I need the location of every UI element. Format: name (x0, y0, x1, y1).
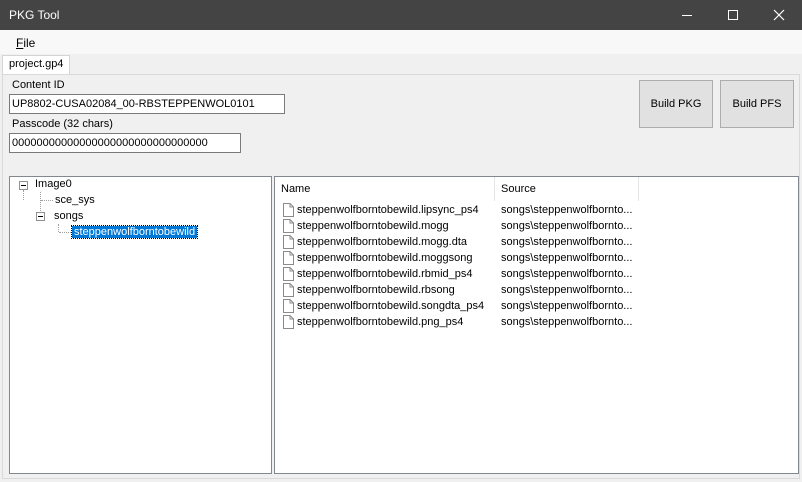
file-name: steppenwolfborntobewild.png_ps4 (297, 316, 464, 328)
tree-line (59, 232, 71, 233)
minimize-icon (682, 15, 692, 16)
file-name: steppenwolfborntobewild.rbmid_ps4 (297, 268, 473, 280)
file-name: steppenwolfborntobewild.songdta_ps4 (297, 300, 485, 312)
content-id-input[interactable]: UP8802-CUSA02084_00-RBSTEPPENWOL0101 (9, 94, 285, 114)
file-name: steppenwolfborntobewild.mogg.dta (297, 236, 468, 248)
file-source: songs\steppenwolfbornto... (501, 284, 633, 296)
collapse-icon[interactable] (36, 212, 45, 221)
list-item[interactable]: steppenwolfborntobewild.mogg songs\steppe… (275, 219, 645, 235)
file-icon (283, 299, 294, 313)
tree-line (58, 224, 59, 232)
build-pkg-button[interactable]: Build PKG (639, 80, 713, 128)
list-item[interactable]: steppenwolfborntobewild.songdta_ps4 songs… (275, 299, 645, 315)
tree-line (41, 200, 53, 201)
list-item[interactable]: steppenwolfborntobewild.rbsong songs\step… (275, 283, 645, 299)
file-source: songs\steppenwolfbornto... (501, 252, 633, 264)
file-icon (283, 235, 294, 249)
column-header-source[interactable]: Source (495, 177, 639, 201)
tab-project[interactable]: project.gp4 (2, 55, 71, 75)
file-icon (283, 283, 294, 297)
file-source: songs\steppenwolfbornto... (501, 204, 633, 216)
collapse-icon[interactable] (19, 181, 28, 190)
file-list[interactable]: Name Source steppenwolfborntobewild.lips… (274, 176, 799, 474)
file-name: steppenwolfborntobewild.mogg (297, 220, 449, 232)
tree-node-songs[interactable]: songs (54, 210, 83, 222)
tree-node-song-folder[interactable]: steppenwolfborntobewild (70, 225, 199, 239)
tree-node-sce-sys[interactable]: sce_sys (55, 194, 95, 206)
maximize-button[interactable] (710, 0, 756, 30)
file-tree[interactable]: Image0 sce_sys songs steppenwolfborntobe… (9, 176, 272, 474)
file-source: songs\steppenwolfbornto... (501, 316, 633, 328)
passcode-label: Passcode (32 chars) (12, 118, 113, 130)
tree-node-image0[interactable]: Image0 (35, 178, 72, 190)
file-icon (283, 219, 294, 233)
column-header-name[interactable]: Name (275, 177, 495, 201)
maximize-icon (728, 10, 738, 20)
close-icon (773, 9, 785, 21)
content-id-label: Content ID (12, 79, 65, 91)
file-icon (283, 315, 294, 329)
file-name: steppenwolfborntobewild.lipsync_ps4 (297, 204, 479, 216)
file-name: steppenwolfborntobewild.rbsong (297, 284, 455, 296)
file-source: songs\steppenwolfbornto... (501, 236, 633, 248)
tree-line (23, 190, 24, 200)
file-name: steppenwolfborntobewild.moggsong (297, 252, 473, 264)
list-item[interactable]: steppenwolfborntobewild.mogg.dta songs\st… (275, 235, 645, 251)
file-source: songs\steppenwolfbornto... (501, 220, 633, 232)
list-item[interactable]: steppenwolfborntobewild.png_ps4 songs\ste… (275, 315, 645, 331)
file-source: songs\steppenwolfbornto... (501, 268, 633, 280)
file-source: songs\steppenwolfbornto... (501, 300, 633, 312)
passcode-input[interactable]: 00000000000000000000000000000000 (9, 133, 241, 153)
title-bar: PKG Tool (0, 0, 802, 30)
tab-page: Content ID UP8802-CUSA02084_00-RBSTEPPEN… (2, 74, 800, 479)
menu-bar: File (0, 30, 802, 54)
list-item[interactable]: steppenwolfborntobewild.lipsync_ps4 songs… (275, 203, 645, 219)
list-item[interactable]: steppenwolfborntobewild.moggsong songs\st… (275, 251, 645, 267)
minimize-button[interactable] (664, 0, 710, 30)
menu-file[interactable]: File (16, 36, 35, 50)
build-pfs-button[interactable]: Build PFS (720, 80, 794, 128)
file-icon (283, 267, 294, 281)
tab-strip: project.gp4 (0, 54, 802, 75)
menu-file-rest: ile (23, 36, 36, 50)
file-icon (283, 203, 294, 217)
list-item[interactable]: steppenwolfborntobewild.rbmid_ps4 songs\s… (275, 267, 645, 283)
file-icon (283, 251, 294, 265)
window-title: PKG Tool (9, 8, 60, 22)
close-button[interactable] (756, 0, 802, 30)
